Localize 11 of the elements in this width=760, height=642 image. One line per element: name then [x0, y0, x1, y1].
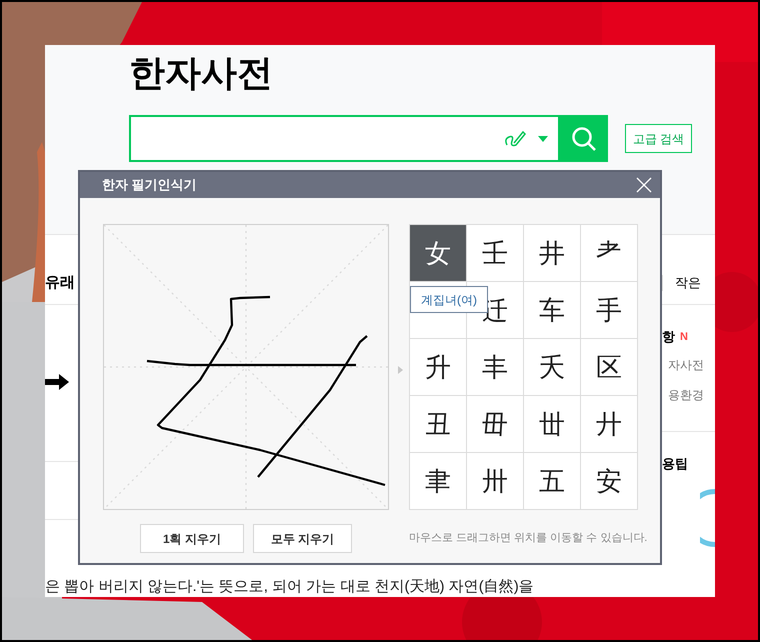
hint-text: 마우스로 드래그하면 위치를 이동할 수 있습니다.	[409, 531, 648, 546]
section-heading: 항	[662, 328, 675, 346]
article-text: 은 뽑아 버리지 않는다.'는 뜻으로, 되어 가는 대로 천지(天地) 자연(自然)을	[45, 577, 534, 597]
notice-text: 용환경	[668, 388, 704, 402]
section-label: 유래	[45, 273, 75, 293]
dialog-title: 한자 필기인식기	[102, 176, 197, 194]
page-title: 한자사전	[129, 51, 273, 95]
new-label: N	[680, 330, 688, 344]
tooltip: 계집녀(여)	[410, 286, 488, 313]
section-heading: 용팁	[662, 454, 689, 472]
notice-text: 자사전	[668, 358, 704, 372]
